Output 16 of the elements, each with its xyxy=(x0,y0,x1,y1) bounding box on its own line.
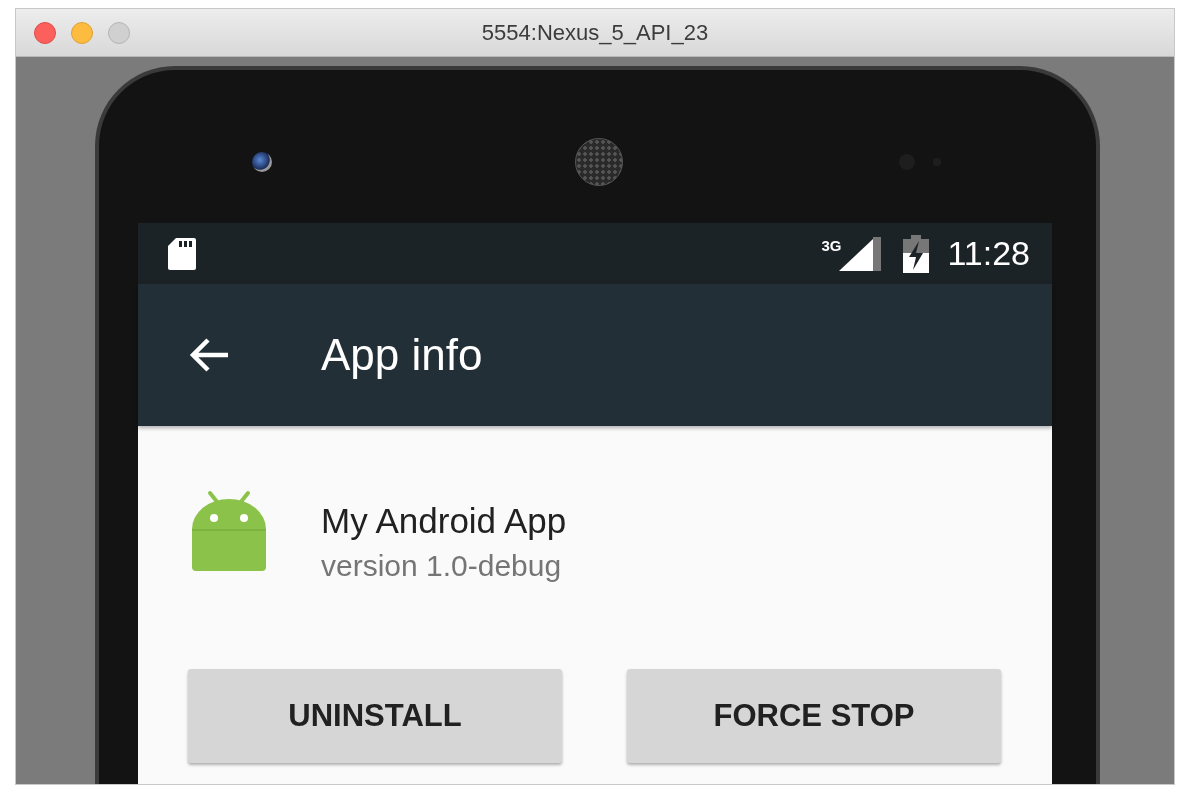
action-button[interactable]: UNINSTALL xyxy=(188,669,562,763)
zoom-button[interactable] xyxy=(108,21,130,44)
earpiece-speaker xyxy=(575,138,623,186)
front-camera xyxy=(252,152,272,172)
sd-card-icon xyxy=(168,237,196,270)
back-arrow-icon[interactable] xyxy=(188,337,230,373)
app-name: My Android App xyxy=(321,501,567,541)
action-button[interactable]: FORCE STOP xyxy=(627,669,1001,763)
clock-time: 11:28 xyxy=(947,234,1030,273)
battery-charging-icon xyxy=(903,234,930,273)
network-type-label: 3G xyxy=(821,236,842,254)
close-button[interactable] xyxy=(34,21,56,44)
minimize-button[interactable] xyxy=(71,21,93,44)
window-title: 5554:Nexus_5_API_23 xyxy=(481,19,709,45)
app-version: version 1.0-debug xyxy=(321,549,563,583)
app-bar-title: App info xyxy=(321,330,483,380)
